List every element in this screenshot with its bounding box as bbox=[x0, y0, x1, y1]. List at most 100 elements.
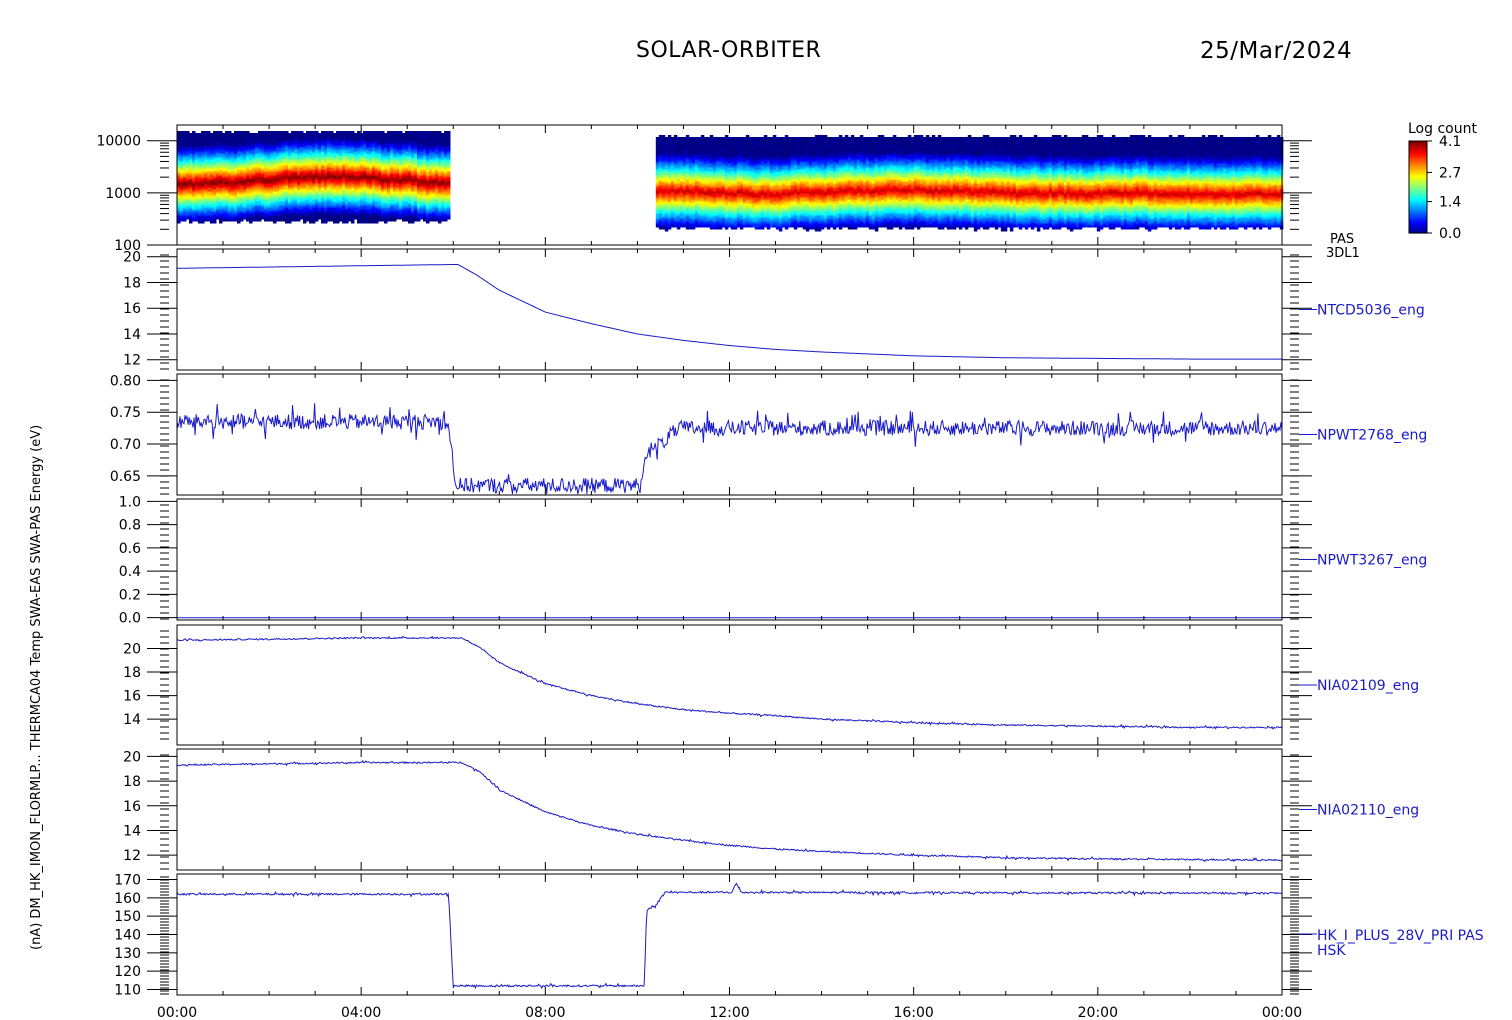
spectrogram-cell bbox=[246, 131, 250, 134]
spectrogram-cell bbox=[321, 131, 325, 134]
spectrogram-cell bbox=[213, 131, 217, 134]
spectrogram-segment bbox=[177, 131, 451, 224]
spectrogram-cell bbox=[676, 137, 681, 140]
spectrogram-cell bbox=[324, 131, 328, 134]
spectrogram-cell bbox=[694, 137, 699, 140]
spectrogram-cell bbox=[294, 131, 298, 134]
spectrogram-cell bbox=[201, 131, 205, 134]
spectrogram-cell bbox=[685, 135, 690, 138]
spectrogram-cell bbox=[447, 131, 451, 134]
spectrogram-cell bbox=[351, 131, 355, 134]
spectrogram-cell bbox=[267, 131, 271, 134]
spectrogram-cell bbox=[282, 131, 286, 134]
spectrogram-cell bbox=[264, 131, 268, 134]
spectrogram-cell bbox=[658, 135, 663, 138]
spectrogram-cell bbox=[673, 135, 678, 138]
spectrogram-cell bbox=[372, 131, 376, 134]
spectrogram-cell bbox=[667, 135, 672, 138]
spectrogram-cell bbox=[408, 131, 412, 134]
spectrogram-cell bbox=[318, 133, 322, 136]
spectrogram-cell bbox=[700, 135, 705, 138]
spectrogram-cell bbox=[252, 133, 256, 136]
spectrogram-cell bbox=[688, 137, 693, 140]
spectrogram-cell bbox=[390, 131, 394, 134]
spectrogram-cell bbox=[414, 131, 418, 134]
spectrogram-cell bbox=[423, 131, 427, 134]
spectrogram-cell bbox=[348, 131, 352, 134]
spectrogram-cell bbox=[384, 133, 388, 136]
spectrogram-cell bbox=[411, 131, 415, 134]
spectrogram-cell bbox=[381, 131, 385, 134]
spectrogram-cell bbox=[297, 131, 301, 134]
spectrogram-cell bbox=[207, 131, 211, 134]
spectrogram-cell bbox=[399, 131, 403, 134]
spectrogram-cell bbox=[387, 131, 391, 134]
spectrogram-cell bbox=[291, 131, 295, 134]
stacked-time-series-plot: (nA) DM_HK_IMON_FLORMLP... THERMCA04 Tem… bbox=[29, 121, 1484, 1020]
spectrogram-cell bbox=[664, 137, 669, 140]
spectrogram-cell bbox=[186, 131, 190, 134]
spectrogram-cell bbox=[240, 131, 244, 134]
spectrogram-cell bbox=[303, 133, 307, 136]
spectrogram-cell bbox=[312, 131, 316, 134]
spectrogram-cell bbox=[655, 137, 660, 140]
spectrogram-cell bbox=[420, 131, 424, 134]
spectrogram-cell bbox=[426, 131, 430, 134]
spectrogram-cell bbox=[345, 131, 349, 134]
spectrogram-cell bbox=[231, 133, 235, 136]
spectrogram-cell bbox=[441, 133, 445, 136]
spectrogram-cell bbox=[330, 131, 334, 134]
spectrogram-cell bbox=[234, 131, 238, 134]
spectrogram-cell bbox=[306, 131, 310, 134]
spectrogram-cell bbox=[225, 131, 229, 134]
spectrogram-cell bbox=[237, 131, 241, 134]
spectrogram-cell bbox=[354, 133, 358, 136]
spectrogram-cell bbox=[216, 131, 220, 134]
spectrogram-cell bbox=[255, 133, 259, 136]
spectrogram-cell bbox=[195, 133, 199, 136]
spectrogram-cell bbox=[333, 133, 337, 136]
spectrogram-cell bbox=[393, 131, 397, 134]
spectrogram-cell bbox=[285, 131, 289, 134]
spectrogram-cell bbox=[243, 131, 247, 134]
spectrogram-cell bbox=[357, 131, 361, 134]
spectrogram-cell bbox=[309, 131, 313, 134]
spectrogram-cell bbox=[249, 133, 253, 136]
spectrogram-cell bbox=[258, 131, 262, 134]
stacked-y-axis-label: (nA) DM_HK_IMON_FLORMLP... THERMCA04 Tem… bbox=[29, 425, 44, 950]
spectrogram-cell bbox=[670, 137, 675, 140]
spectrogram-cell bbox=[375, 131, 379, 134]
spectrogram-cell bbox=[276, 131, 280, 134]
spectrogram-cell bbox=[198, 133, 202, 136]
spectrogram-cell bbox=[369, 131, 373, 134]
spectrogram-cell bbox=[697, 137, 702, 140]
spectrogram-cell bbox=[204, 131, 208, 134]
spectrogram-cell bbox=[435, 131, 439, 134]
spectrogram-cell bbox=[703, 137, 708, 140]
spectrogram-cell bbox=[192, 131, 196, 134]
spectrogram-cell bbox=[300, 131, 304, 134]
spectrogram-cell bbox=[183, 131, 187, 134]
spectrogram-cell bbox=[378, 131, 382, 134]
spectrogram-cell bbox=[270, 131, 274, 134]
spectrogram-cell bbox=[709, 135, 714, 138]
spectrogram-cell bbox=[177, 131, 181, 134]
spectrogram-cell bbox=[402, 133, 406, 136]
spectrogram-cell bbox=[405, 131, 409, 134]
panel-0: 100001000100 PAS3DL1 bbox=[96, 124, 1360, 261]
spectrogram-cell bbox=[180, 131, 184, 134]
spectrogram-cell bbox=[661, 135, 666, 138]
spectrogram-cell bbox=[706, 137, 711, 140]
spectrogram-cell bbox=[396, 131, 400, 134]
spectrogram-cell bbox=[288, 133, 292, 136]
spectrogram-cell bbox=[342, 131, 346, 134]
spectrogram-cell bbox=[315, 131, 319, 134]
spectrogram-cell bbox=[691, 137, 696, 140]
spectrogram-cell bbox=[273, 131, 277, 134]
spectrogram-cell bbox=[189, 133, 193, 136]
spectrogram-cell bbox=[679, 137, 684, 140]
spectrogram-cell bbox=[261, 131, 265, 134]
spectrogram-cell bbox=[360, 133, 364, 136]
spectrogram-cell bbox=[327, 131, 331, 134]
spectrogram-cell bbox=[429, 131, 433, 134]
